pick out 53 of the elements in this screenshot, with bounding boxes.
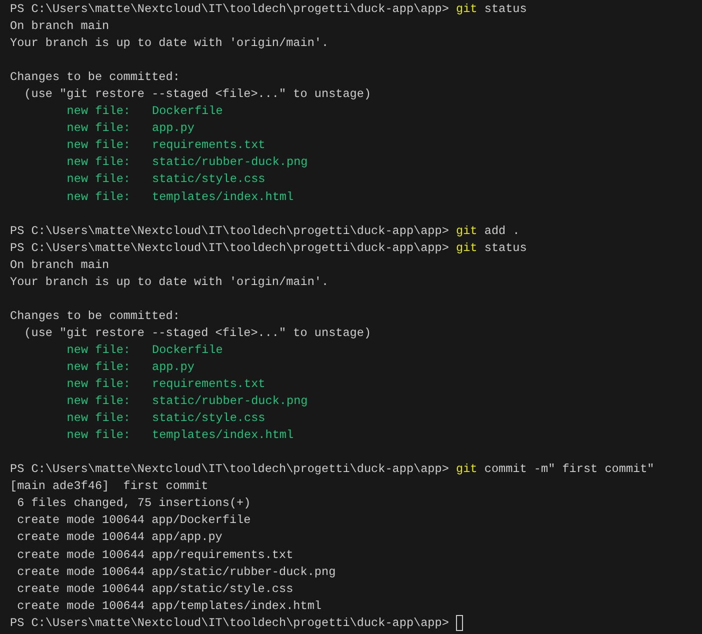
output-line: [main ade3f46] first commit — [10, 478, 208, 496]
output-line: create mode 100644 app/Dockerfile — [16, 512, 251, 530]
prompt-path: PS C:\Users\matte\Nextcloud\IT\tooldech\progetti\duck-app\app> — [10, 222, 449, 240]
command-name: git — [456, 461, 478, 478]
file-path: app.py — [152, 358, 194, 376]
status-label: new file: — [66, 188, 132, 206]
file-path: static/rubber-duck.png — [152, 154, 308, 172]
status-label: new file: — [66, 410, 132, 428]
file-path: requirements.txt — [152, 376, 266, 394]
file-path: static/rubber-duck.png — [152, 393, 308, 410]
output-line: create mode 100644 app/static/style.css — [16, 580, 294, 598]
status-label: new file: — [66, 427, 132, 444]
output-line: 6 files changed, 75 insertions(+) — [16, 495, 251, 512]
output-line: Changes to be committed: — [10, 308, 180, 325]
file-path: Dockerfile — [152, 103, 223, 120]
status-label: new file: — [66, 342, 132, 359]
status-label: new file: — [66, 103, 132, 120]
output-line: create mode 100644 app/templates/index.html — [16, 598, 322, 615]
command-args: commit -m" first commit" — [484, 461, 654, 478]
prompt-path: PS C:\Users\matte\Nextcloud\IT\tooldech\progetti\duck-app\app> — [10, 461, 449, 478]
file-path: Dockerfile — [152, 342, 223, 359]
output-line: Your branch is up to date with 'origin/main'. — [10, 274, 329, 291]
output-line: create mode 100644 app/requirements.txt — [16, 546, 294, 564]
output-line: create mode 100644 app/static/rubber-duck.png — [16, 564, 336, 581]
output-line: (use "git restore --staged <file>..." to unstage) — [23, 86, 372, 104]
status-label: new file: — [66, 154, 132, 172]
status-label: new file: — [66, 171, 132, 188]
output-line: Changes to be committed: — [10, 69, 180, 86]
output-line: (use "git restore --staged <file>..." to unstage) — [23, 324, 372, 342]
command-args: status — [484, 240, 527, 257]
output-line: Your branch is up to date with 'origin/main'. — [10, 35, 329, 52]
command-name: git — [456, 222, 478, 240]
command-name: git — [456, 240, 478, 257]
file-path: app.py — [152, 120, 194, 138]
file-path: requirements.txt — [152, 137, 266, 154]
status-label: new file: — [66, 137, 132, 154]
command-args: add . — [484, 222, 520, 240]
file-path: templates/index.html — [152, 188, 294, 206]
file-path: templates/index.html — [152, 427, 294, 444]
status-label: new file: — [66, 120, 132, 138]
command-name: git — [456, 1, 478, 18]
status-label: new file: — [66, 376, 132, 394]
prompt-path: PS C:\Users\matte\Nextcloud\IT\tooldech\progetti\duck-app\app> — [10, 1, 449, 18]
status-label: new file: — [66, 358, 132, 376]
command-args: status — [484, 1, 527, 18]
prompt-path: PS C:\Users\matte\Nextcloud\IT\tooldech\progetti\duck-app\app> — [10, 240, 449, 257]
output-line: On branch main — [10, 256, 110, 274]
output-line: On branch main — [10, 18, 110, 36]
status-label: new file: — [66, 393, 132, 410]
output-line: create mode 100644 app/app.py — [16, 529, 222, 546]
prompt-path: PS C:\Users\matte\Nextcloud\IT\tooldech\progetti\duck-app\app> — [10, 614, 449, 632]
file-path: static/style.css — [152, 171, 266, 188]
file-path: static/style.css — [152, 410, 266, 428]
